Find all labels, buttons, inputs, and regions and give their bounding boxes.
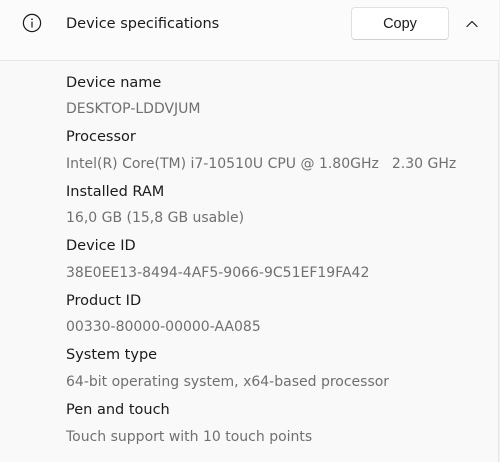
system-type-label: System type [66, 347, 158, 363]
device-name-label: Device name [66, 75, 162, 91]
device-specifications-header[interactable]: Device specifications Copy [0, 0, 499, 61]
product-id-value: 00330-80000-00000-AA085 [66, 319, 261, 335]
info-icon [22, 13, 42, 33]
installed-ram-value: 16,0 GB (15,8 GB usable) [66, 210, 245, 226]
processor-speed: 2.30 GHz [391, 156, 457, 172]
device-specifications-panel: Device specifications Copy Device name D… [0, 0, 499, 462]
pen-and-touch-label: Pen and touch [66, 402, 170, 418]
chevron-up-icon[interactable] [460, 12, 484, 36]
processor-value: Intel(R) Core(TM) i7-10510U CPU @ 1.80GH… [66, 154, 456, 174]
system-type-value: 64-bit operating system, x64-based proce… [66, 374, 390, 390]
processor-model: Intel(R) Core(TM) i7-10510U CPU @ 1.80GH… [66, 156, 379, 172]
copy-button[interactable]: Copy [351, 7, 449, 40]
device-id-value: 38E0EE13-8494-4AF5-9066-9C51EF19FA42 [66, 265, 370, 281]
processor-label: Processor [66, 129, 136, 145]
section-title: Device specifications [66, 16, 220, 32]
pen-and-touch-value: Touch support with 10 touch points [66, 429, 313, 445]
product-id-label: Product ID [66, 293, 142, 309]
device-id-label: Device ID [66, 238, 136, 254]
device-name-value: DESKTOP-LDDVJUM [66, 101, 201, 117]
installed-ram-label: Installed RAM [66, 184, 165, 200]
